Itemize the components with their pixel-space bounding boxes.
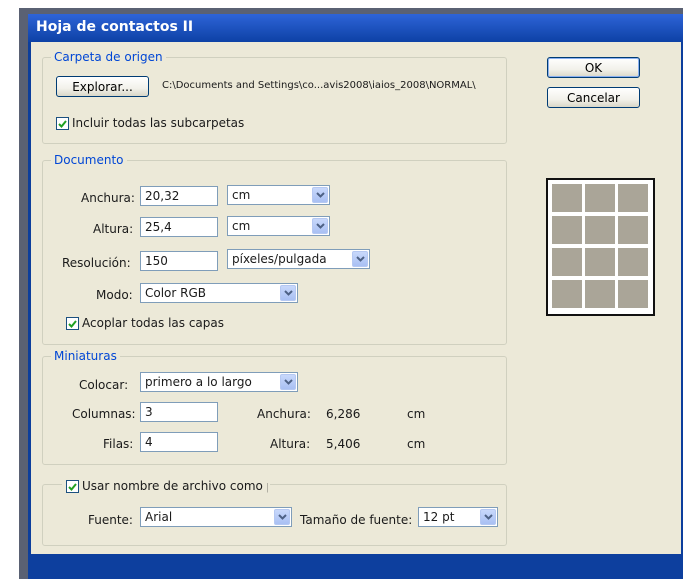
preview-thumbnail-cell (585, 280, 615, 308)
use-filename-label: Usar nombre de archivo como p (82, 479, 268, 493)
preview-thumbnail-cell (585, 248, 615, 276)
resolution-input[interactable]: 150 (140, 251, 218, 271)
use-filename-checkbox[interactable] (66, 480, 79, 493)
source-path: C:\Documents and Settings\co...avis2008\… (162, 80, 476, 91)
checkmark-icon (58, 119, 67, 128)
rows-label: Filas: (103, 437, 134, 451)
resolution-unit-select[interactable]: píxeles/pulgada (227, 249, 370, 269)
preview-thumbnail-cell (552, 248, 582, 276)
thumb-width-label: Anchura: (257, 407, 311, 421)
thumbnails-legend: Miniaturas (54, 349, 117, 363)
font-size-label: Tamaño de fuente: (300, 513, 413, 527)
resolution-label: Resolución: (62, 256, 131, 270)
document-width-input[interactable]: 20,32 (140, 186, 218, 206)
preview-thumbnail-cell (618, 248, 648, 276)
preview-thumbnail-cell (552, 216, 582, 244)
preview-thumbnail-cell (585, 184, 615, 212)
thumb-width-unit: cm (407, 407, 426, 421)
document-legend: Documento (54, 153, 124, 167)
cancel-button[interactable]: Cancelar (547, 87, 640, 108)
chevron-down-icon[interactable] (312, 218, 328, 234)
ok-button[interactable]: OK (547, 57, 640, 78)
preview-thumbnail-cell (618, 216, 648, 244)
checkmark-icon (68, 482, 77, 491)
window-bottom-border (28, 554, 683, 579)
preview-thumbnail-cell (552, 280, 582, 308)
checkmark-icon (68, 319, 77, 328)
columns-input[interactable]: 3 (140, 402, 218, 422)
font-size-value: 12 pt (423, 510, 455, 524)
thumb-height-label: Altura: (270, 437, 311, 451)
chevron-down-icon[interactable] (274, 509, 290, 525)
font-value: Arial (145, 510, 173, 524)
flatten-layers-label: Acoplar todas las capas (82, 316, 225, 330)
thumb-height-unit: cm (407, 437, 426, 451)
preview-thumbnail-cell (585, 216, 615, 244)
chevron-down-icon[interactable] (280, 285, 296, 301)
document-width-label: Anchura: (81, 191, 135, 205)
font-select[interactable]: Arial (140, 507, 292, 527)
document-width-unit-value: cm (232, 188, 251, 202)
include-subfolders-label: Incluir todas las subcarpetas (72, 116, 245, 130)
chevron-down-icon[interactable] (280, 374, 296, 390)
preview-thumbnail-cell (618, 184, 648, 212)
browse-button[interactable]: Explorar... (56, 76, 149, 97)
chevron-down-icon[interactable] (480, 509, 496, 525)
chevron-down-icon[interactable] (312, 187, 328, 203)
resolution-unit-value: píxeles/pulgada (232, 252, 327, 266)
thumb-width-value: 6,286 (326, 407, 361, 421)
preview-thumbnail-cell (552, 184, 582, 212)
document-height-input[interactable]: 25,4 (140, 217, 218, 237)
flatten-layers-checkbox[interactable] (66, 317, 79, 330)
preview-thumbnail-cell (618, 280, 648, 308)
font-label: Fuente: (88, 513, 133, 527)
document-width-unit-select[interactable]: cm (227, 185, 330, 205)
chevron-down-icon[interactable] (352, 251, 368, 267)
document-height-unit-value: cm (232, 219, 251, 233)
mode-label: Modo: (96, 288, 133, 302)
document-height-unit-select[interactable]: cm (227, 216, 330, 236)
layout-preview (546, 178, 655, 316)
thumb-height-value: 5,406 (326, 437, 361, 451)
mode-select[interactable]: Color RGB (140, 283, 298, 303)
place-label: Colocar: (79, 378, 129, 392)
font-size-select[interactable]: 12 pt (418, 507, 498, 527)
rows-input[interactable]: 4 (140, 432, 218, 452)
window-title: Hoja de contactos II (36, 19, 194, 35)
source-folder-legend: Carpeta de origen (54, 50, 163, 64)
columns-label: Columnas: (72, 407, 136, 421)
include-subfolders-checkbox[interactable] (56, 117, 69, 130)
mode-value: Color RGB (145, 286, 207, 300)
place-value: primero a lo largo (145, 375, 252, 389)
place-select[interactable]: primero a lo largo (140, 372, 298, 392)
document-height-label: Altura: (93, 222, 134, 236)
